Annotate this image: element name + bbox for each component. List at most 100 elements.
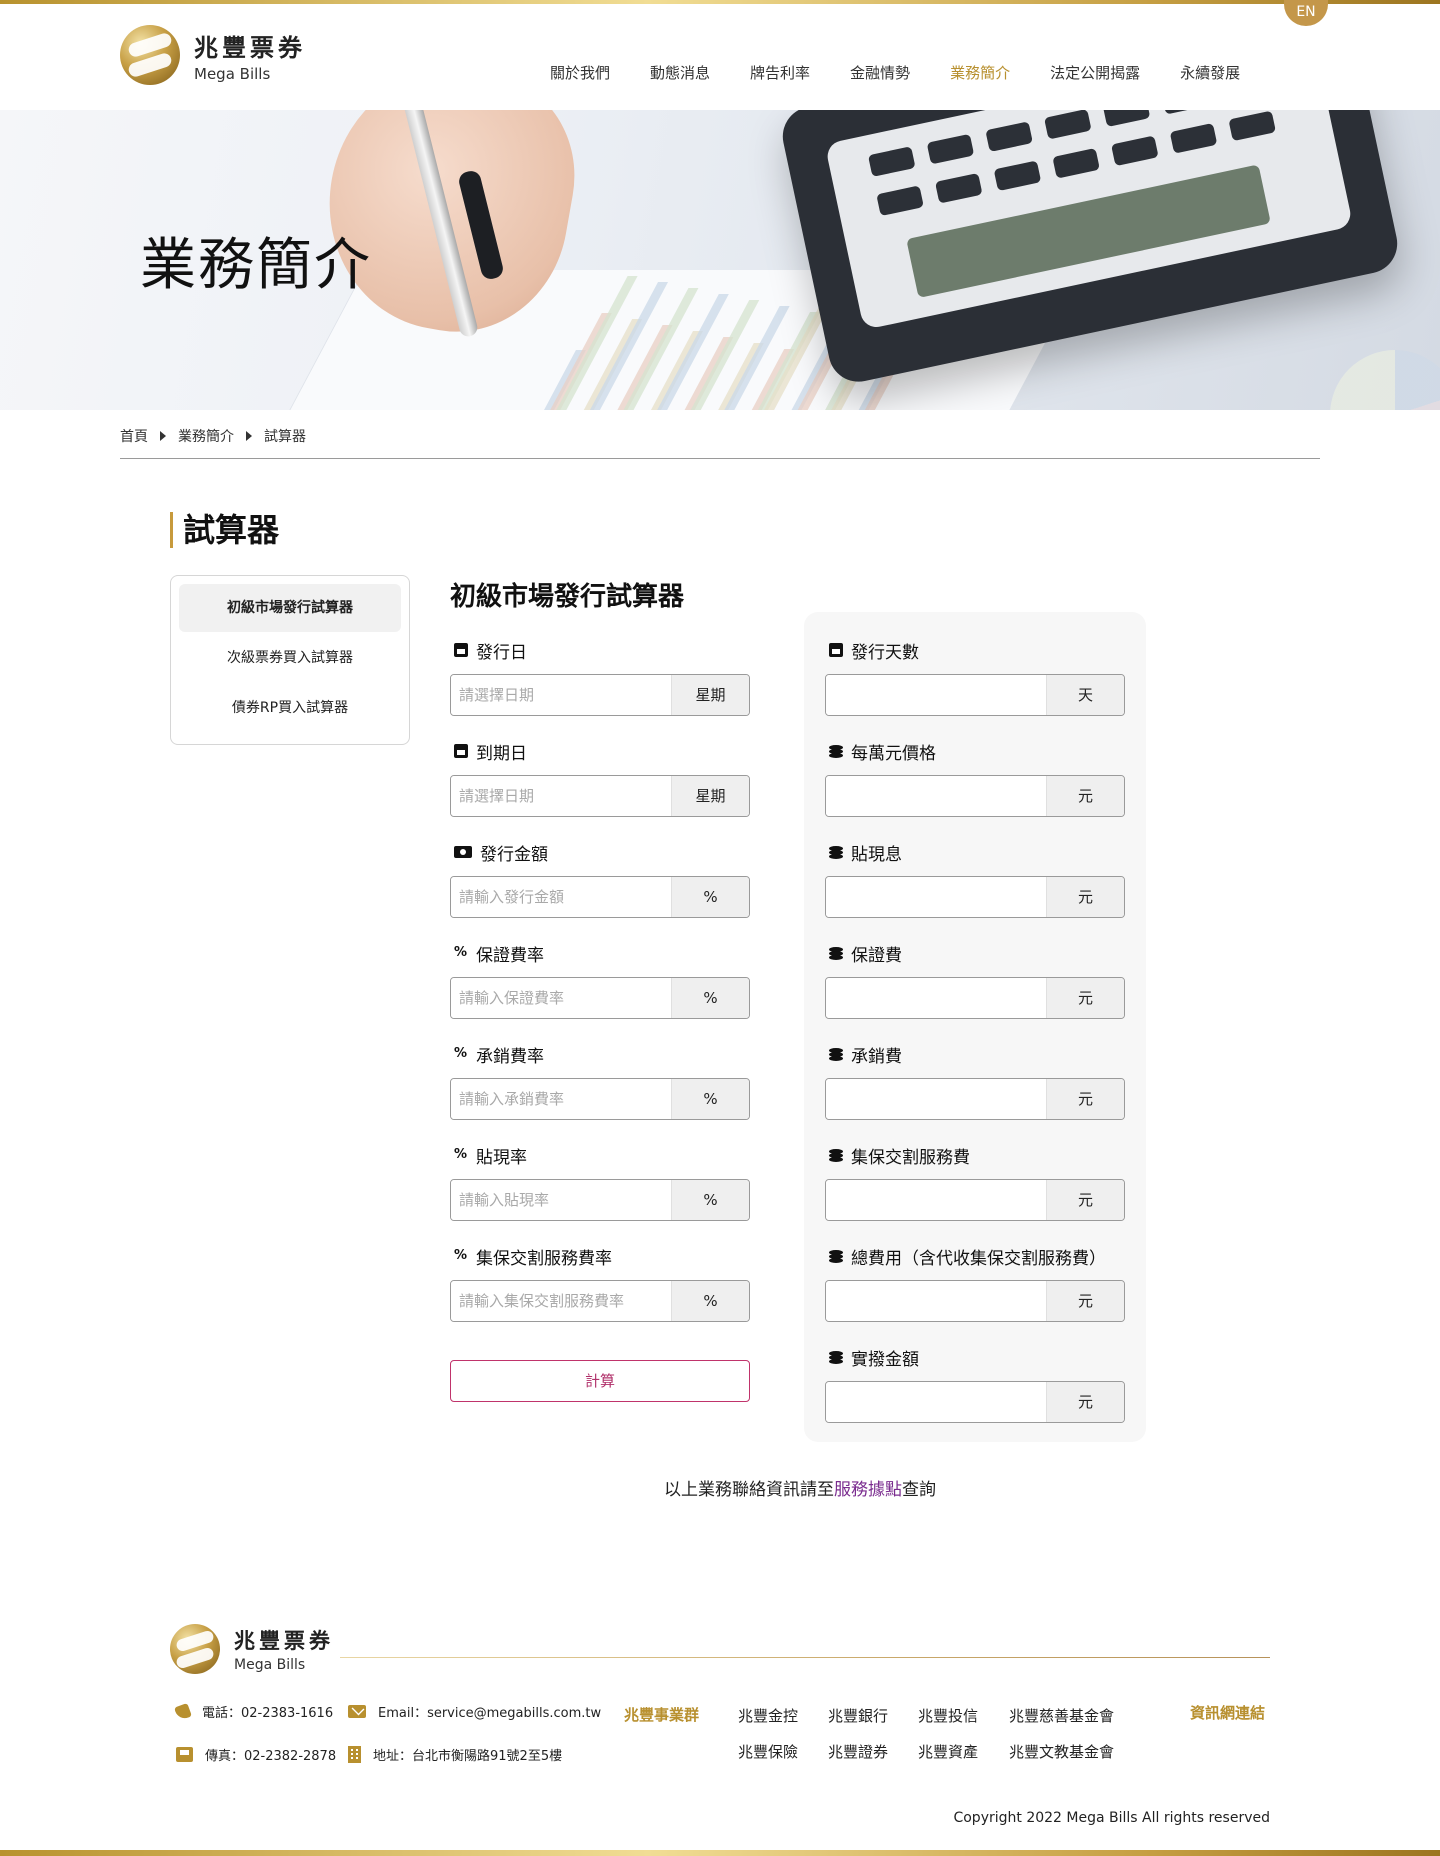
percent-icon: % xyxy=(454,1046,468,1061)
field-label: 到期日 xyxy=(476,743,527,764)
nav-item-business[interactable]: 業務簡介 xyxy=(930,62,1030,83)
percent-icon: % xyxy=(454,1248,468,1263)
nav-item-about[interactable]: 關於我們 xyxy=(530,62,630,83)
top-gold-bar xyxy=(0,0,1440,4)
field-guarantee-rate: % 保證費率 % xyxy=(450,941,750,1019)
percent-icon: % xyxy=(454,1147,468,1162)
phone-icon xyxy=(174,1702,192,1721)
group-link-assets[interactable]: 兆豐資產 xyxy=(918,1741,978,1762)
fax-icon xyxy=(176,1747,193,1762)
yuan-addon: 元 xyxy=(1046,877,1124,917)
nav-item-news[interactable]: 動態消息 xyxy=(630,62,730,83)
group-link-securities[interactable]: 兆豐證券 xyxy=(828,1741,888,1762)
net-amount-output[interactable] xyxy=(826,1382,1046,1422)
guarantee-fee-output[interactable] xyxy=(826,978,1046,1018)
maturity-date-input[interactable] xyxy=(451,776,671,816)
address-text: 地址：台北市衡陽路91號2至5樓 xyxy=(373,1749,563,1764)
total-fee-output[interactable] xyxy=(826,1281,1046,1321)
percent-addon: % xyxy=(671,1281,749,1321)
breadcrumb: 首頁 業務簡介 試算器 xyxy=(120,426,306,446)
issue-amount-input[interactable] xyxy=(451,877,671,917)
group-title: 兆豐事業群 xyxy=(624,1706,700,1724)
logo-mark-icon xyxy=(170,1624,220,1674)
footer-logo[interactable]: 兆豐票券 Mega Bills xyxy=(170,1624,334,1674)
calculator-side-menu: 初級市場發行試算器 次級票券買入試算器 債券RP買入試算器 xyxy=(170,575,410,745)
nav-item-disclosure[interactable]: 法定公開揭露 xyxy=(1030,62,1160,83)
underwriting-rate-input[interactable] xyxy=(451,1079,671,1119)
issue-days-output[interactable] xyxy=(826,675,1046,715)
coins-icon xyxy=(829,1047,843,1061)
field-label: 承銷費 xyxy=(851,1046,902,1067)
discount-rate-input[interactable] xyxy=(451,1180,671,1220)
percent-addon: % xyxy=(671,978,749,1018)
side-item-primary-market[interactable]: 初級市場發行試算器 xyxy=(179,584,401,632)
field-maturity-date: 到期日 星期 xyxy=(450,739,750,817)
group-link-investment[interactable]: 兆豐投信 xyxy=(918,1705,978,1726)
info-links-link[interactable]: 資訊網連結 xyxy=(1190,1702,1265,1723)
field-label: 總費用（含代收集保交割服務費） xyxy=(851,1248,1106,1269)
issue-date-input[interactable] xyxy=(451,675,671,715)
field-label: 保證費率 xyxy=(476,945,544,966)
breadcrumb-business[interactable]: 業務簡介 xyxy=(178,426,234,446)
field-discount-interest: 貼現息 元 xyxy=(825,840,1125,918)
yuan-addon: 元 xyxy=(1046,1382,1124,1422)
side-item-secondary-bills[interactable]: 次級票券買入試算器 xyxy=(179,634,401,682)
underwriting-fee-output[interactable] xyxy=(826,1079,1046,1119)
field-guarantee-fee: 保證費 元 xyxy=(825,941,1125,1019)
weekday-addon: 星期 xyxy=(671,776,749,816)
building-icon xyxy=(348,1746,361,1763)
field-label: 每萬元價格 xyxy=(851,743,936,764)
settlement-fee-output[interactable] xyxy=(826,1180,1046,1220)
bottom-gold-bar xyxy=(0,1850,1440,1856)
calendar-check-icon xyxy=(454,744,468,758)
guarantee-rate-input[interactable] xyxy=(451,978,671,1018)
group-link-insurance[interactable]: 兆豐保險 xyxy=(738,1741,798,1762)
field-settlement-fee-rate: % 集保交割服務費率 % xyxy=(450,1244,750,1322)
calculate-button[interactable]: 計算 xyxy=(450,1360,750,1402)
group-link-education[interactable]: 兆豐文教基金會 xyxy=(1009,1741,1114,1762)
percent-icon: % xyxy=(454,945,468,960)
field-settlement-fee: 集保交割服務費 元 xyxy=(825,1143,1125,1221)
fax-text: 傳真：02-2382-2878 xyxy=(205,1749,337,1764)
note-prefix: 以上業務聯絡資訊請至 xyxy=(664,1480,834,1500)
service-locations-link[interactable]: 服務據點 xyxy=(834,1480,902,1500)
percent-addon: % xyxy=(671,877,749,917)
weekday-addon: 星期 xyxy=(671,675,749,715)
nav-item-rates[interactable]: 牌告利率 xyxy=(730,62,830,83)
group-link-charity[interactable]: 兆豐慈善基金會 xyxy=(1009,1705,1114,1726)
field-label: 貼現率 xyxy=(476,1147,527,1168)
settlement-fee-rate-input[interactable] xyxy=(451,1281,671,1321)
field-underwriting-fee: 承銷費 元 xyxy=(825,1042,1125,1120)
footer-email: Email：service@megabills.com.tw xyxy=(348,1702,601,1721)
price-per-10k-output[interactable] xyxy=(826,776,1046,816)
site-logo[interactable]: 兆豐票券 Mega Bills xyxy=(120,24,320,86)
discount-interest-output[interactable] xyxy=(826,877,1046,917)
envelope-icon xyxy=(348,1705,366,1718)
field-issue-date: 發行日 星期 xyxy=(450,638,750,716)
side-item-bond-rp[interactable]: 債券RP買入試算器 xyxy=(179,684,401,732)
copyright-text: Copyright 2022 Mega Bills All rights res… xyxy=(953,1810,1270,1826)
calendar-grid-icon xyxy=(829,643,843,657)
money-bill-icon xyxy=(454,846,472,858)
footer-address: 地址：台北市衡陽路91號2至5樓 xyxy=(348,1745,562,1764)
breadcrumb-home[interactable]: 首頁 xyxy=(120,426,148,446)
logo-name-en: Mega Bills xyxy=(194,64,271,83)
coins-icon xyxy=(829,744,843,758)
field-label: 集保交割服務費率 xyxy=(476,1248,612,1269)
language-toggle-button[interactable]: EN xyxy=(1284,0,1328,26)
section-title: 試算器 xyxy=(170,512,279,548)
breadcrumb-divider xyxy=(120,458,1320,459)
phone-text: 電話：02-2383-1616 xyxy=(202,1706,334,1721)
yuan-addon: 元 xyxy=(1046,1079,1124,1119)
field-discount-rate: % 貼現率 % xyxy=(450,1143,750,1221)
percent-addon: % xyxy=(671,1079,749,1119)
breadcrumb-current: 試算器 xyxy=(264,429,306,445)
field-underwriting-rate: % 承銷費率 % xyxy=(450,1042,750,1120)
email-text[interactable]: Email：service@megabills.com.tw xyxy=(378,1702,601,1721)
contact-note: 以上業務聯絡資訊請至服務據點查詢 xyxy=(0,1475,1440,1500)
hero-banner: 業務簡介 xyxy=(0,110,1440,410)
group-link-bank[interactable]: 兆豐銀行 xyxy=(828,1705,888,1726)
nav-item-sustainability[interactable]: 永續發展 xyxy=(1160,62,1260,83)
group-link-holding[interactable]: 兆豐金控 xyxy=(738,1705,798,1726)
nav-item-market[interactable]: 金融情勢 xyxy=(830,62,930,83)
